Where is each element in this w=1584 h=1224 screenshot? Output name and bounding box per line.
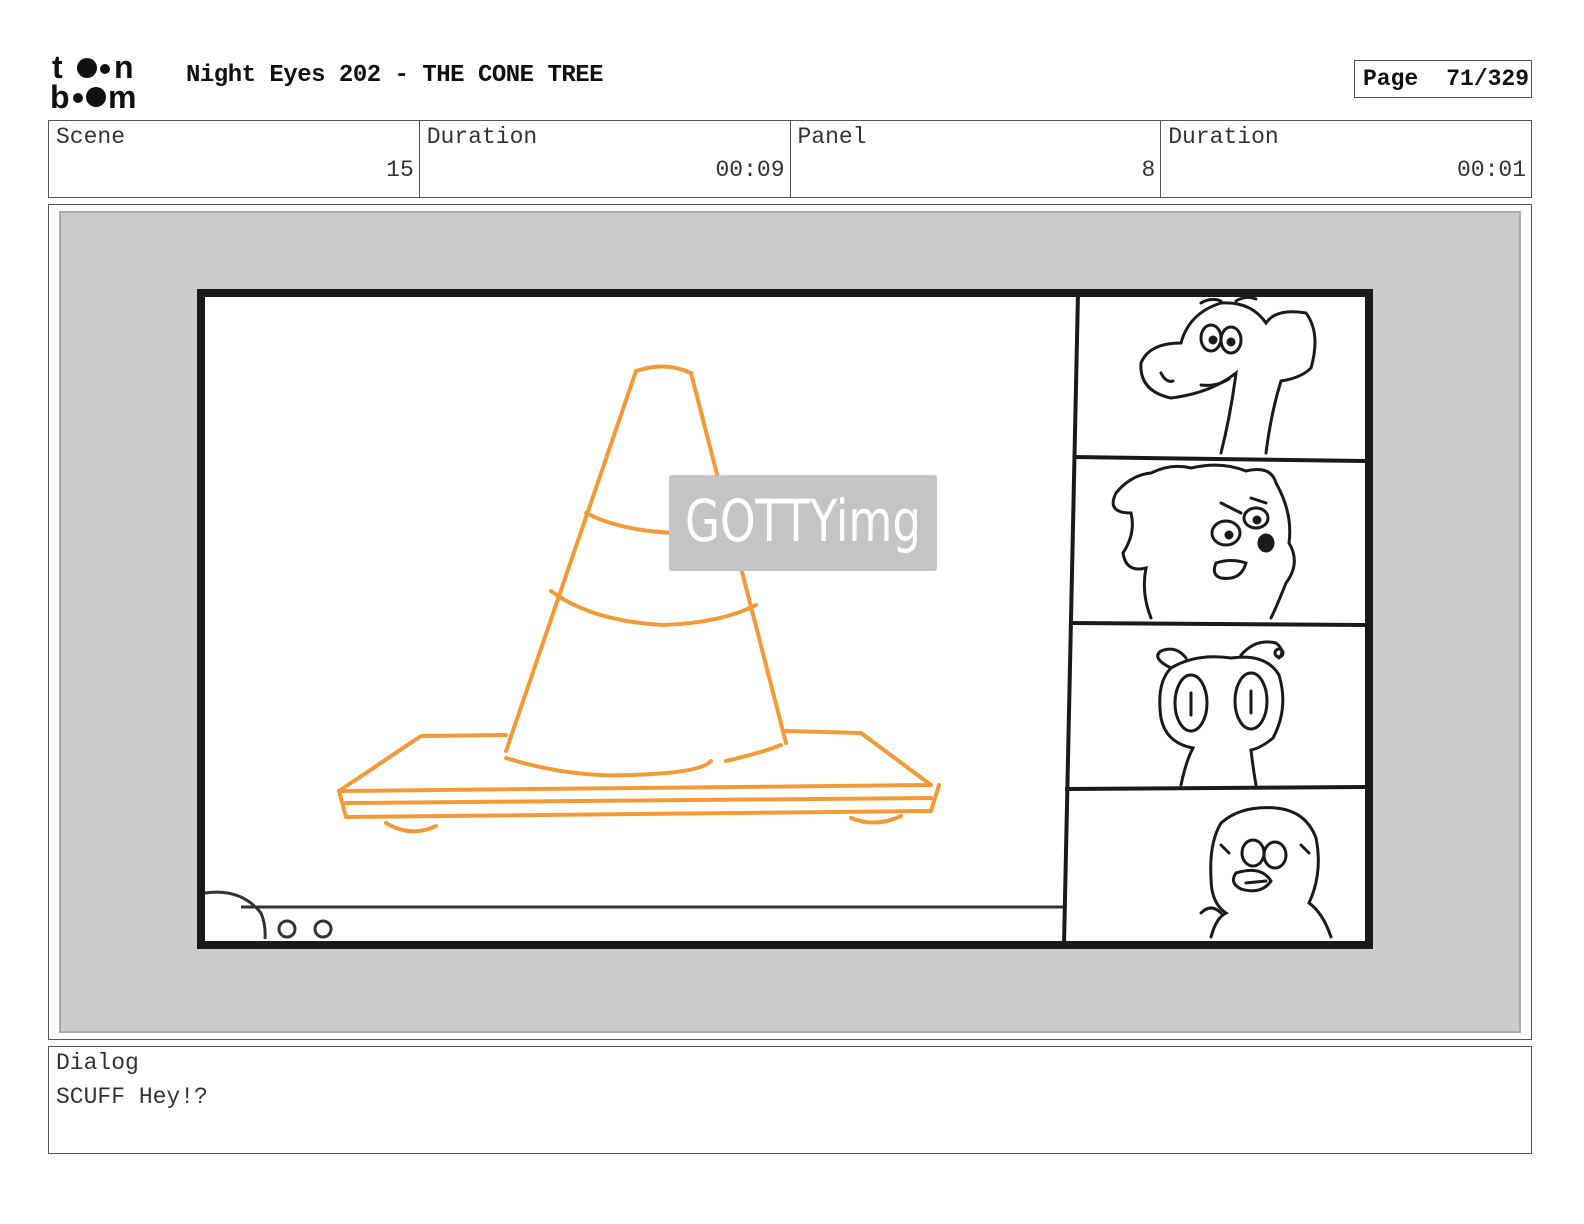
panel-duration-cell: Duration 00:01 xyxy=(1161,121,1531,197)
watermark-text: GOTTYimg xyxy=(685,487,921,555)
page-label: Page xyxy=(1363,66,1419,92)
panel-frame: GOTTYimg xyxy=(48,204,1532,1040)
panel-duration-value: 00:01 xyxy=(1456,157,1526,183)
toon-boom-logo: t n b m xyxy=(50,50,136,112)
scene-cell: Scene 15 xyxy=(49,121,420,197)
storyboard-title: Night Eyes 202 - THE CONE TREE xyxy=(186,62,604,89)
scene-duration-value: 00:09 xyxy=(715,157,785,183)
panel-duration-label: Duration xyxy=(1168,124,1279,150)
panel-artwork: GOTTYimg xyxy=(197,289,1373,949)
panel-value: 8 xyxy=(1141,157,1156,183)
page-indicator: Page 71/329 xyxy=(1354,60,1532,98)
dialog-box: Dialog SCUFF Hey!? xyxy=(48,1046,1532,1154)
svg-text:b: b xyxy=(50,79,70,112)
dialog-text: SCUFF Hey!? xyxy=(56,1084,208,1110)
scene-duration-label: Duration xyxy=(426,124,538,150)
dialog-label: Dialog xyxy=(56,1050,139,1076)
scene-value: 15 xyxy=(386,157,414,183)
scene-duration-cell: Duration 00:09 xyxy=(420,121,791,197)
panel-label: Panel xyxy=(797,124,867,150)
scene-label: Scene xyxy=(56,124,126,150)
screen-frame xyxy=(197,289,1373,949)
panel-cell: Panel 8 xyxy=(791,121,1162,197)
panel-canvas: GOTTYimg xyxy=(59,211,1521,1033)
scene-info-table: Scene 15 Duration 00:09 Panel 8 Duration… xyxy=(48,120,1532,198)
page-number: 71/329 xyxy=(1446,66,1530,92)
svg-text:m: m xyxy=(108,79,136,112)
